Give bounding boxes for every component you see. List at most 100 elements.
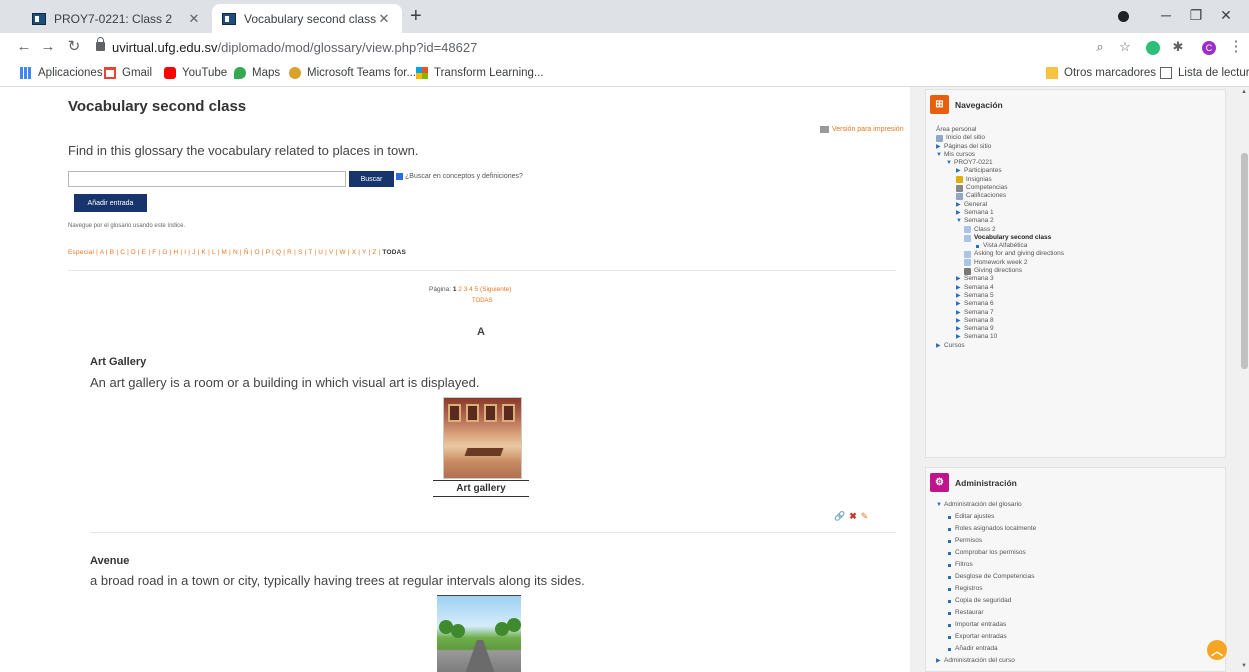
nav-item[interactable]: Insignias	[936, 176, 1064, 184]
nav-item[interactable]: Class 2	[936, 226, 1064, 234]
profile-avatar[interactable]: C	[1202, 41, 1216, 55]
nav-item[interactable]: ▶ Semana 6	[936, 300, 1064, 308]
scrollbar-thumb[interactable]	[1241, 153, 1248, 369]
caret-right-icon[interactable]: ▶	[956, 167, 964, 175]
paging-all-link[interactable]: TODAS	[472, 298, 493, 304]
nav-item[interactable]: ▶ Semana 4	[936, 284, 1064, 292]
reading-list[interactable]: Lista de lectura	[1160, 67, 1249, 79]
nav-item[interactable]: Vista Alfabética	[936, 242, 1064, 250]
caret-right-icon[interactable]: ▶	[956, 292, 964, 300]
extensions-puzzle-icon[interactable]: ✱	[1168, 38, 1188, 56]
bookmark-youtube[interactable]: YouTube	[164, 67, 227, 79]
nav-item[interactable]: ▼ Semana 2	[936, 217, 1064, 225]
scroll-down-arrow-icon[interactable]: ▼	[1241, 663, 1247, 669]
caret-right-icon[interactable]: ▶	[956, 317, 964, 325]
alphabet-letters[interactable]: Especial | A | B | C | D | E | F | G | H…	[68, 249, 380, 256]
admin-item[interactable]: Comprobar los permisos	[936, 547, 1036, 559]
nav-item[interactable]: ▶ Semana 7	[936, 309, 1064, 317]
close-icon[interactable]: ✕	[376, 11, 392, 27]
caret-right-icon[interactable]: ▶	[956, 201, 964, 209]
nav-item[interactable]: ▶ Semana 9	[936, 325, 1064, 333]
nav-item-current[interactable]: Vocabulary second class	[936, 234, 1064, 242]
bookmark-maps[interactable]: Maps	[234, 67, 280, 79]
caret-right-icon[interactable]: ▶	[956, 209, 964, 217]
bookmark-star-icon[interactable]: ☆	[1115, 38, 1135, 56]
bookmark-gmail[interactable]: Gmail	[104, 67, 152, 79]
browser-tab-class-2[interactable]: PROY7-0221: Class 2 ✕	[22, 4, 212, 33]
add-entry-button[interactable]: Añadir entrada	[74, 194, 147, 212]
nav-item[interactable]: Homework week 2	[936, 259, 1064, 267]
browser-tab-vocabulary[interactable]: Vocabulary second class ✕	[212, 4, 402, 33]
caret-right-icon[interactable]: ▶	[936, 143, 944, 151]
nav-item[interactable]: ▶ Semana 5	[936, 292, 1064, 300]
reload-icon[interactable]: ↻	[64, 38, 84, 56]
admin-item[interactable]: Importar entradas	[936, 619, 1036, 631]
menu-dots-icon[interactable]: ⋮	[1226, 38, 1246, 56]
maximize-icon[interactable]: ❐	[1186, 7, 1206, 24]
window-close-icon[interactable]: ✕	[1216, 7, 1236, 24]
caret-down-icon[interactable]: ▼	[946, 159, 954, 167]
paging-links[interactable]: 2 3 4 5 (Siguiente)	[458, 286, 511, 293]
admin-item[interactable]: Registros	[936, 583, 1036, 595]
minimize-icon[interactable]: ─	[1156, 7, 1176, 23]
bookmark-other[interactable]: Otros marcadores	[1046, 67, 1156, 79]
nav-item[interactable]: ▶ Páginas del sitio	[936, 143, 1064, 151]
admin-item[interactable]: Copia de seguridad	[936, 595, 1036, 607]
nav-item[interactable]: ▶ Semana 8	[936, 317, 1064, 325]
admin-item[interactable]: Roles asignados localmente	[936, 523, 1036, 535]
checkbox-checked-icon[interactable]	[396, 173, 403, 180]
caret-right-icon[interactable]: ▶	[956, 325, 964, 333]
media-indicator-icon[interactable]	[1118, 11, 1129, 22]
admin-item[interactable]: Permisos	[936, 535, 1036, 547]
caret-right-icon[interactable]: ▶	[956, 284, 964, 292]
back-arrow-icon[interactable]: ←	[14, 38, 34, 56]
admin-item[interactable]: Restaurar	[936, 607, 1036, 619]
link-icon[interactable]: 🔗	[834, 511, 845, 522]
scroll-up-arrow-icon[interactable]: ▲	[1241, 89, 1247, 95]
nav-item[interactable]: ▶ Cursos	[936, 342, 1064, 350]
close-icon[interactable]: ✕	[186, 11, 202, 27]
new-tab-plus-icon[interactable]: +	[410, 6, 422, 26]
caret-down-icon[interactable]: ▼	[956, 217, 964, 225]
nav-item[interactable]: ▼ PROY7-0221	[936, 159, 1064, 167]
caret-right-icon[interactable]: ▶	[956, 333, 964, 341]
extension-green-icon[interactable]	[1146, 41, 1160, 55]
caret-right-icon[interactable]: ▶	[956, 300, 964, 308]
admin-section[interactable]: ▶ Administración del curso	[936, 655, 1036, 667]
delete-icon[interactable]: ✖	[849, 511, 857, 522]
bookmark-teams[interactable]: Microsoft Teams for...	[289, 67, 416, 79]
nav-item[interactable]: Inicio del sitio	[936, 134, 1064, 142]
admin-item[interactable]: Añadir entrada	[936, 643, 1036, 655]
zoom-icon[interactable]: ⌕	[1090, 38, 1110, 56]
admin-section[interactable]: ▼ Administración del glosario	[936, 499, 1036, 511]
nav-item[interactable]: Asking for and giving directions	[936, 250, 1064, 259]
bookmark-transform-learning[interactable]: Transform Learning...	[416, 67, 544, 79]
nav-item[interactable]: Calificaciones	[936, 192, 1064, 201]
admin-item[interactable]: Filtros	[936, 559, 1036, 571]
caret-down-icon[interactable]: ▼	[936, 499, 944, 511]
caret-right-icon[interactable]: ▶	[956, 309, 964, 317]
caret-right-icon[interactable]: ▶	[956, 275, 964, 283]
caret-down-icon[interactable]: ▼	[936, 151, 944, 159]
search-button[interactable]: Buscar	[349, 171, 394, 187]
print-version-link[interactable]: Versión para impresión	[820, 126, 904, 133]
bookmark-apps[interactable]: Aplicaciones	[20, 67, 103, 79]
search-full-text-option[interactable]: ¿Buscar en conceptos y definiciones?	[396, 173, 523, 180]
nav-item[interactable]: Competencias	[936, 184, 1064, 192]
address-bar[interactable]: uvirtual.ufg.edu.sv/diplomado/mod/glossa…	[112, 40, 477, 55]
admin-item[interactable]: Desglose de Competencias	[936, 571, 1036, 583]
admin-item[interactable]: Editar ajustes	[936, 511, 1036, 523]
nav-item[interactable]: ▶ Semana 1	[936, 209, 1064, 217]
nav-item[interactable]: ▶ Semana 3	[936, 275, 1064, 283]
nav-item[interactable]: ▶ Participantes	[936, 167, 1064, 175]
forward-arrow-icon[interactable]: →	[38, 38, 58, 56]
nav-item[interactable]: Giving directions	[936, 267, 1064, 275]
caret-right-icon[interactable]: ▶	[936, 655, 944, 667]
admin-item[interactable]: Exportar entradas	[936, 631, 1036, 643]
lock-icon[interactable]	[96, 37, 105, 51]
alphabet-index[interactable]: Especial | A | B | C | D | E | F | G | H…	[68, 249, 406, 256]
nav-item[interactable]: ▶ General	[936, 201, 1064, 209]
search-input[interactable]	[68, 171, 346, 187]
nav-item[interactable]: ▼ Mis cursos	[936, 151, 1064, 159]
nav-item[interactable]: ▶ Semana 10	[936, 333, 1064, 341]
